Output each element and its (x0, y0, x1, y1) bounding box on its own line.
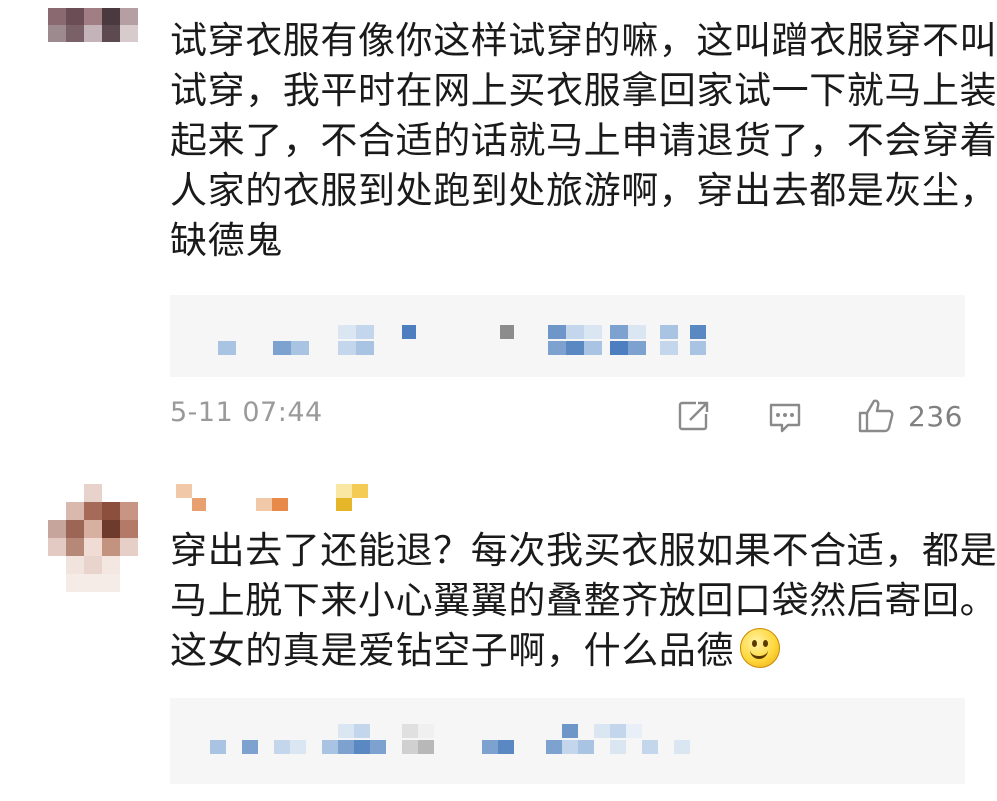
comment-button[interactable] (767, 400, 803, 436)
comment-line: 缺德鬼 (170, 219, 283, 262)
like-button[interactable]: 236 (856, 396, 963, 436)
avatar[interactable] (48, 484, 140, 594)
comment-icon (769, 403, 801, 433)
avatar[interactable] (48, 8, 138, 42)
comment-line: 这女的真是爱钻空子啊，什么品德 (170, 626, 970, 676)
smiley-emoji-icon (740, 628, 780, 668)
comment-line: 人家的衣服到处跑到处旅游啊，穿出去都是灰尘， (170, 169, 997, 212)
comment-line-text: 这女的真是爱钻空子啊，什么品德 (170, 629, 734, 672)
comment-body: 试穿衣服有像你这样试穿的嘛，这叫蹭衣服穿不叫 试穿，我平时在网上买衣服拿回家试一… (170, 16, 997, 266)
like-icon (858, 399, 894, 433)
comment-line: 试穿衣服有像你这样试穿的嘛，这叫蹭衣服穿不叫 (170, 19, 997, 62)
comment-line: 马上脱下来小心翼翼的叠整齐放回口袋然后寄回。 (170, 579, 997, 622)
comment-timestamp: 5-11 07:44 (170, 397, 323, 428)
share-button[interactable] (676, 398, 712, 434)
comment-line: 起来了，不合适的话就马上申请退货了，不会穿着 (170, 119, 997, 162)
comment-body: 穿出去了还能退？每次我买衣服如果不合适，都是 马上脱下来小心翼翼的叠整齐放回口袋… (170, 526, 997, 676)
comment-line: 试穿，我平时在网上买衣服拿回家试一下就马上装 (170, 69, 997, 112)
like-count: 236 (908, 399, 963, 433)
reply-preview[interactable] (170, 295, 965, 377)
reply-preview[interactable] (170, 698, 965, 784)
share-icon (678, 401, 709, 431)
comment-line: 穿出去了还能退？每次我买衣服如果不合适，都是 (170, 529, 997, 572)
